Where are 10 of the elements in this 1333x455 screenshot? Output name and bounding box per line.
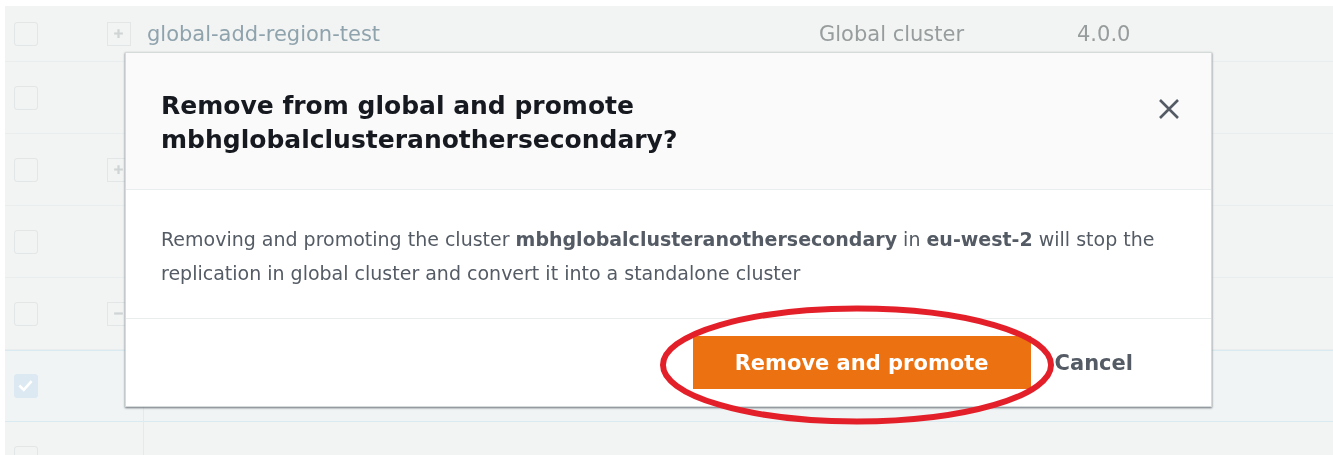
cluster-type: Global cluster: [819, 21, 966, 46]
cluster-name-link[interactable]: global-add-region-test: [147, 21, 819, 46]
dialog-title: Remove from global and promote mbhglobalclusteranothersecondary?: [161, 90, 679, 156]
dialog-message: Removing and promoting the cluster mbhglobalclusteranothersecondary in eu-west-2 will stop the replication in global cluster and convert it into a standalone cluster: [161, 227, 1156, 286]
remove-and-promote-button[interactable]: Remove and promote: [692, 336, 1031, 389]
engine-version: 4.0.0: [1077, 21, 1131, 46]
expand-icon[interactable]: [107, 21, 131, 46]
cancel-button[interactable]: Cancel: [1046, 340, 1141, 385]
close-icon[interactable]: [1157, 97, 1181, 121]
row-checkbox[interactable]: [14, 374, 38, 398]
